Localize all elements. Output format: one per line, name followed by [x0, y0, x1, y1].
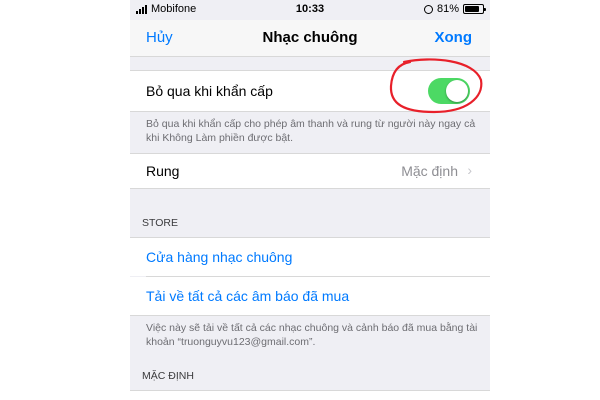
store-footer: Việc này sẽ tải về tất cả các nhạc chuôn… — [146, 322, 478, 348]
default-section-row — [130, 391, 490, 400]
default-section-header: MẶC ĐỊNH — [142, 370, 194, 382]
phone-screen: Mobifone 10:33 81% Hủy Nhạc chuông Xong … — [130, 0, 490, 400]
section-divider — [130, 315, 490, 316]
emergency-bypass-footer: Bỏ qua khi khẩn cấp cho phép âm thanh và… — [146, 118, 476, 144]
status-bar: Mobifone 10:33 81% — [130, 0, 490, 20]
status-right: 81% — [423, 3, 486, 15]
battery-percent: 81% — [436, 3, 459, 15]
download-purchased-row[interactable]: Tải về tất cả các âm báo đã mua — [130, 277, 490, 315]
vibration-label: Rung — [146, 163, 180, 179]
rotation-lock-icon — [423, 4, 433, 14]
chevron-right-icon: › — [467, 162, 472, 178]
ringtone-store-row[interactable]: Cửa hàng nhạc chuông — [130, 238, 490, 276]
vibration-row[interactable]: Rung Mặc định › — [130, 154, 490, 188]
download-purchased-link[interactable]: Tải về tất cả các âm báo đã mua — [146, 288, 349, 304]
navigation-bar: Hủy Nhạc chuông Xong — [130, 20, 490, 57]
ringtone-store-link[interactable]: Cửa hàng nhạc chuông — [146, 249, 292, 265]
emergency-bypass-toggle[interactable] — [428, 78, 470, 104]
emergency-bypass-row: Bỏ qua khi khẩn cấp — [130, 71, 490, 111]
vibration-value: Mặc định — [401, 163, 458, 179]
toggle-knob — [446, 80, 468, 102]
section-divider — [130, 111, 490, 112]
emergency-bypass-label: Bỏ qua khi khẩn cấp — [146, 83, 273, 99]
battery-icon — [463, 4, 486, 14]
done-button[interactable]: Xong — [435, 29, 473, 46]
store-section-header: STORE — [142, 217, 178, 229]
section-divider — [130, 188, 490, 189]
battery-fill — [465, 6, 479, 12]
